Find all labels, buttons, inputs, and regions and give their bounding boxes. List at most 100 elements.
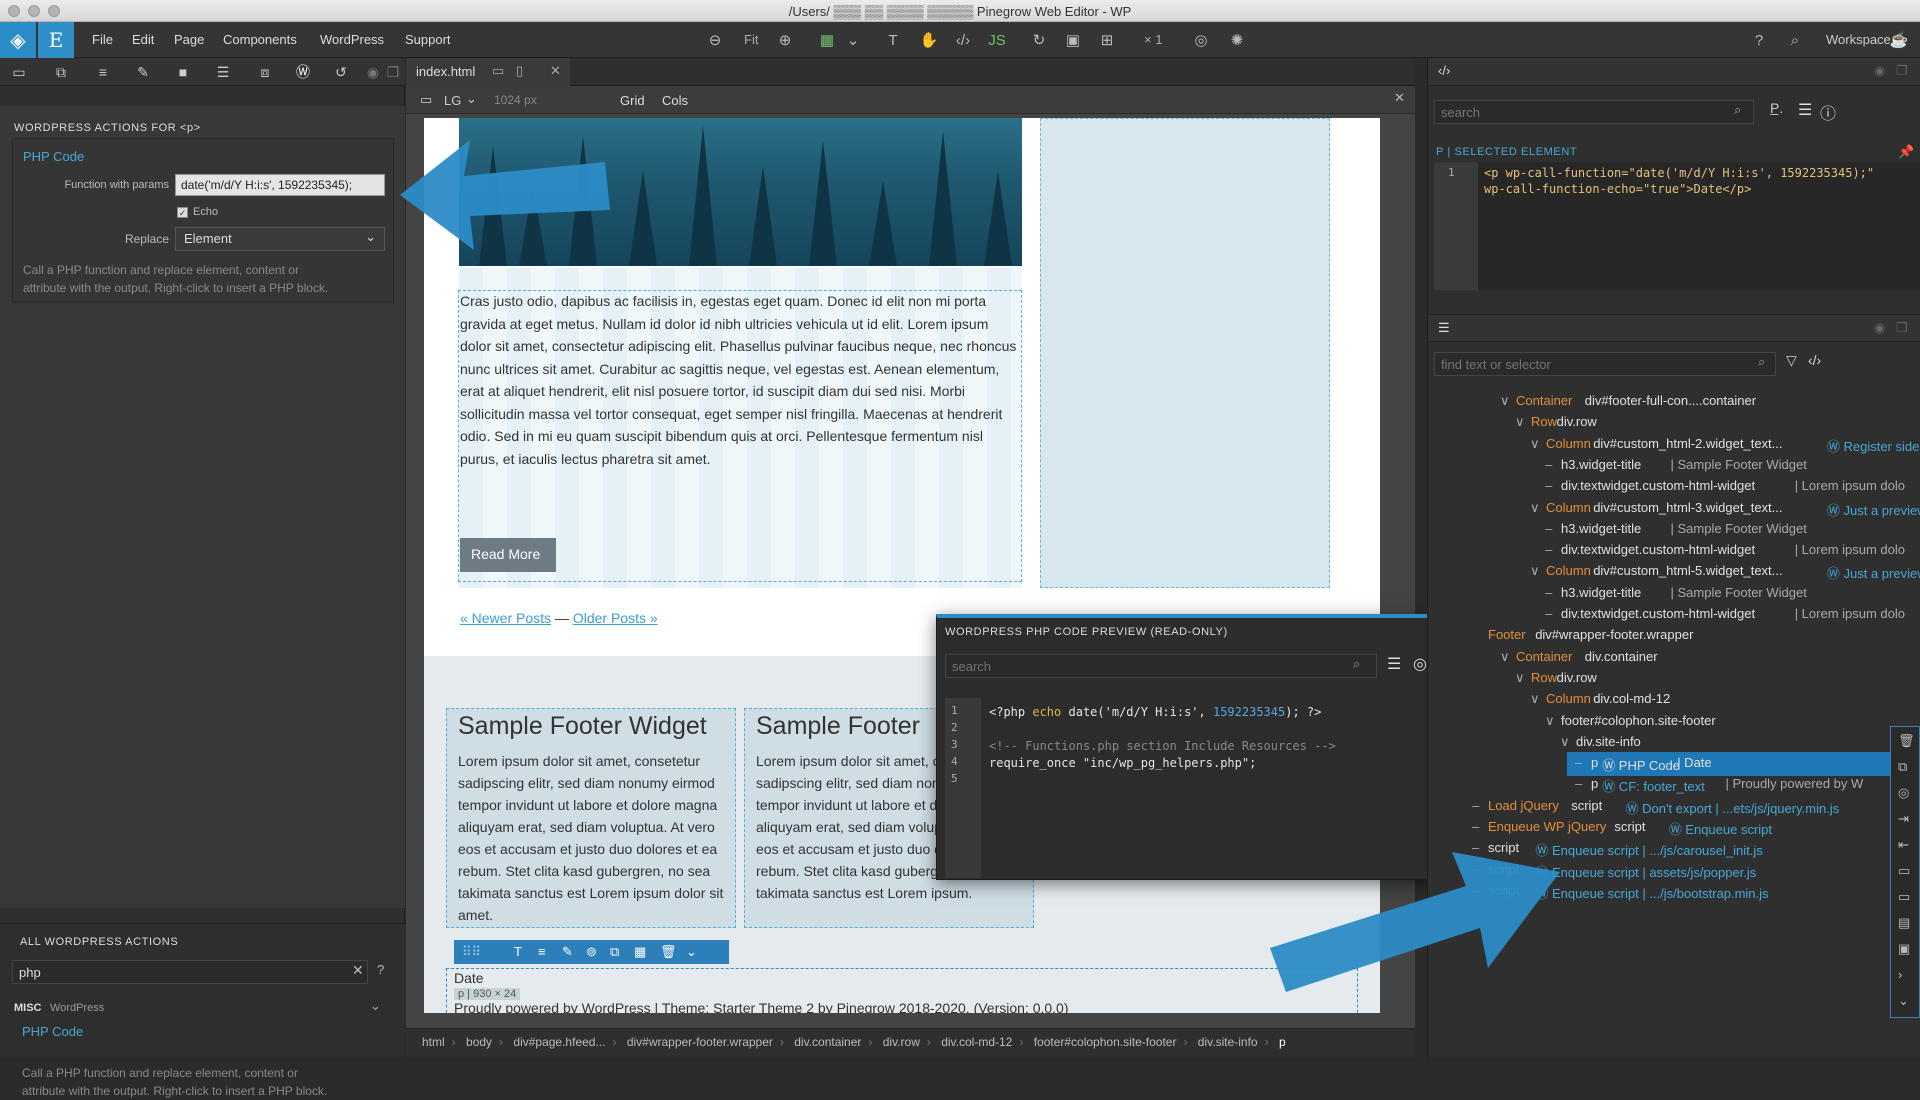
laptop-icon[interactable]: ▭ bbox=[420, 92, 432, 108]
accessibility-icon[interactable]: ✺ bbox=[1226, 29, 1248, 51]
text-edit-icon[interactable]: T bbox=[882, 29, 904, 51]
breadcrumb-body[interactable]: body bbox=[466, 1035, 492, 1049]
tree-toggle-icon[interactable]: ∨ bbox=[1530, 500, 1540, 516]
zoom-out-icon[interactable]: ⊖ bbox=[704, 29, 726, 51]
hide-icon[interactable]: ◎ bbox=[1898, 785, 1909, 801]
breadcrumb-p[interactable]: p bbox=[1279, 1035, 1286, 1049]
breadcrumb-wrapper-footer[interactable]: div#wrapper-footer.wrapper bbox=[627, 1035, 773, 1049]
php-tag-icon[interactable]: P̲. bbox=[1770, 100, 1783, 116]
chevron-down-icon[interactable]: ⌄ bbox=[1898, 993, 1909, 1009]
add-page-icon[interactable]: ⊞ bbox=[1096, 29, 1118, 51]
page-icon[interactable]: ▭ bbox=[10, 63, 28, 81]
fit-button[interactable]: Fit bbox=[744, 32, 758, 47]
grid-layout-icon[interactable]: ▦ bbox=[816, 29, 838, 51]
breadcrumb-site-info[interactable]: div.site-info bbox=[1198, 1035, 1258, 1049]
footer-widget-title-1[interactable]: Sample Footer Widget bbox=[458, 712, 707, 741]
text-icon[interactable]: T bbox=[514, 944, 522, 959]
zoom-in-icon[interactable]: ⊕ bbox=[774, 29, 796, 51]
tree-toggle-icon[interactable]: – bbox=[1545, 478, 1552, 493]
echo-checkbox[interactable]: ✓ bbox=[177, 207, 188, 218]
wordpress-icon[interactable]: Ⓦ bbox=[294, 63, 312, 81]
eye-icon[interactable]: ◉ bbox=[364, 63, 382, 81]
function-params-input[interactable] bbox=[175, 174, 385, 196]
tree-row[interactable]: – script Ⓦ Enqueue script | .../js/bootstr… bbox=[1428, 880, 1920, 904]
image-icon[interactable]: ▣ bbox=[1898, 941, 1910, 957]
refresh-icon[interactable]: ↻ bbox=[1028, 29, 1050, 51]
brush-icon[interactable]: ✎ bbox=[562, 944, 573, 960]
help-bubble-icon[interactable]: ? bbox=[377, 962, 384, 977]
properties-icon[interactable]: ≡ bbox=[94, 63, 112, 81]
chevron-down-icon[interactable]: ⌄ bbox=[466, 91, 477, 107]
unwrap-icon[interactable]: ▭ bbox=[1898, 889, 1910, 905]
sidebar-column[interactable] bbox=[1040, 118, 1330, 588]
chevron-down-icon[interactable]: ⌄ bbox=[370, 998, 381, 1014]
insert-icon[interactable]: ⧉ bbox=[52, 63, 70, 81]
pinegrow-logo-icon[interactable]: ◈ bbox=[0, 22, 36, 58]
php-preview-search[interactable] bbox=[945, 654, 1377, 678]
drag-handle-icon[interactable]: ⠿⠿ bbox=[462, 944, 481, 960]
breadcrumb-html[interactable]: html bbox=[422, 1035, 445, 1049]
cols-toggle[interactable]: Cols bbox=[662, 93, 688, 108]
code-view-icon[interactable]: ‹/› bbox=[952, 29, 974, 51]
components-icon[interactable]: ⧈ bbox=[256, 63, 274, 81]
workspace-menu[interactable]: Workspace bbox=[1826, 32, 1891, 47]
tree-toggle-icon[interactable]: ∨ bbox=[1560, 734, 1570, 750]
help-icon[interactable]: ? bbox=[1748, 29, 1770, 51]
tree-toggle-icon[interactable]: – bbox=[1472, 798, 1479, 813]
chevron-down-icon[interactable]: ⌄ bbox=[686, 944, 697, 960]
history-icon[interactable]: ↺ bbox=[332, 63, 350, 81]
menu-page[interactable]: Page bbox=[174, 32, 204, 47]
breadcrumb-page[interactable]: div#page.hfeed... bbox=[513, 1035, 605, 1049]
detach-panel-icon[interactable]: ❐ bbox=[384, 63, 402, 81]
detach-panel-icon[interactable]: ❐ bbox=[1896, 63, 1908, 79]
clear-search-icon[interactable]: ✕ bbox=[352, 962, 364, 979]
table-icon[interactable]: ▦ bbox=[634, 944, 646, 960]
move-left-icon[interactable]: ⇤ bbox=[1898, 837, 1909, 853]
tree-toggle-icon[interactable]: – bbox=[1545, 542, 1552, 557]
tree-search-input[interactable] bbox=[1434, 352, 1776, 376]
chevron-down-icon[interactable]: ⌄ bbox=[842, 29, 864, 51]
breadcrumb-col[interactable]: div.col-md-12 bbox=[941, 1035, 1012, 1049]
date-paragraph[interactable]: Date bbox=[454, 970, 484, 986]
device-size-select[interactable]: LG bbox=[444, 93, 461, 108]
hide-icon[interactable]: ◎ bbox=[1190, 29, 1212, 51]
tab-index-html[interactable]: index.html ▭ ▯ ✕ bbox=[406, 58, 570, 86]
close-grid-icon[interactable]: ✕ bbox=[1394, 90, 1405, 106]
read-more-button[interactable]: Read More bbox=[460, 538, 556, 572]
footer-widget-title-2[interactable]: Sample Footer bbox=[756, 712, 920, 741]
actions-search-input[interactable] bbox=[12, 960, 368, 984]
menu-file[interactable]: File bbox=[92, 32, 113, 47]
pin-icon[interactable]: 📌 bbox=[1898, 144, 1914, 160]
javascript-icon[interactable]: JS bbox=[986, 29, 1008, 51]
selected-element-code[interactable]: 1 <p wp-call-function="date('m/d/Y H:i:s… bbox=[1434, 162, 1920, 290]
wrap-icon[interactable]: ▭ bbox=[1898, 863, 1910, 879]
tree-toggle-icon[interactable]: ∨ bbox=[1500, 649, 1510, 665]
search-icon[interactable]: ⌕ bbox=[1784, 29, 1806, 51]
sliders-icon[interactable]: ≡ bbox=[538, 944, 546, 959]
trash-icon[interactable]: 🗑 bbox=[1898, 733, 1915, 749]
tree-toggle-icon[interactable]: ∨ bbox=[1530, 563, 1540, 579]
menu-wordpress[interactable]: WordPress bbox=[320, 32, 384, 47]
breadcrumb-colophon[interactable]: footer#colophon.site-footer bbox=[1034, 1035, 1177, 1049]
breadcrumb-container[interactable]: div.container bbox=[794, 1035, 861, 1049]
preview-icon[interactable]: ▣ bbox=[1062, 29, 1084, 51]
tree-toggle-icon[interactable]: – bbox=[1545, 606, 1552, 621]
tree-toggle-icon[interactable]: ∨ bbox=[1515, 670, 1525, 686]
move-right-icon[interactable]: ⇥ bbox=[1898, 811, 1909, 827]
tree-toggle-icon[interactable]: ∨ bbox=[1515, 414, 1525, 430]
php-code-preview-dialog[interactable]: WORDPRESS PHP CODE PREVIEW (READ-ONLY) ❐… bbox=[936, 614, 1508, 880]
tree-toggle-icon[interactable]: ∨ bbox=[1545, 713, 1555, 729]
older-posts-link[interactable]: Older Posts » bbox=[573, 610, 658, 626]
tree-toggle-icon[interactable]: – bbox=[1472, 883, 1479, 898]
editor-e-icon[interactable]: E bbox=[38, 22, 74, 58]
newer-posts-link[interactable]: « Newer Posts bbox=[460, 610, 551, 626]
eye-icon[interactable]: ◉ bbox=[1874, 63, 1885, 79]
tree-toggle-icon[interactable]: ∨ bbox=[1500, 393, 1510, 409]
grid-toggle[interactable]: Grid bbox=[620, 93, 645, 108]
tree-toggle-icon[interactable]: – bbox=[1472, 862, 1479, 877]
tree-toggle-icon[interactable]: ∨ bbox=[1530, 691, 1540, 707]
powered-by-text[interactable]: Proudly powered by WordPress | Theme: St… bbox=[454, 1000, 1069, 1013]
misc-category[interactable]: MISC bbox=[14, 1002, 42, 1014]
footer-widget-text-1[interactable]: Lorem ipsum dolor sit amet, consetetur s… bbox=[458, 750, 730, 926]
menu-support[interactable]: Support bbox=[405, 32, 451, 47]
